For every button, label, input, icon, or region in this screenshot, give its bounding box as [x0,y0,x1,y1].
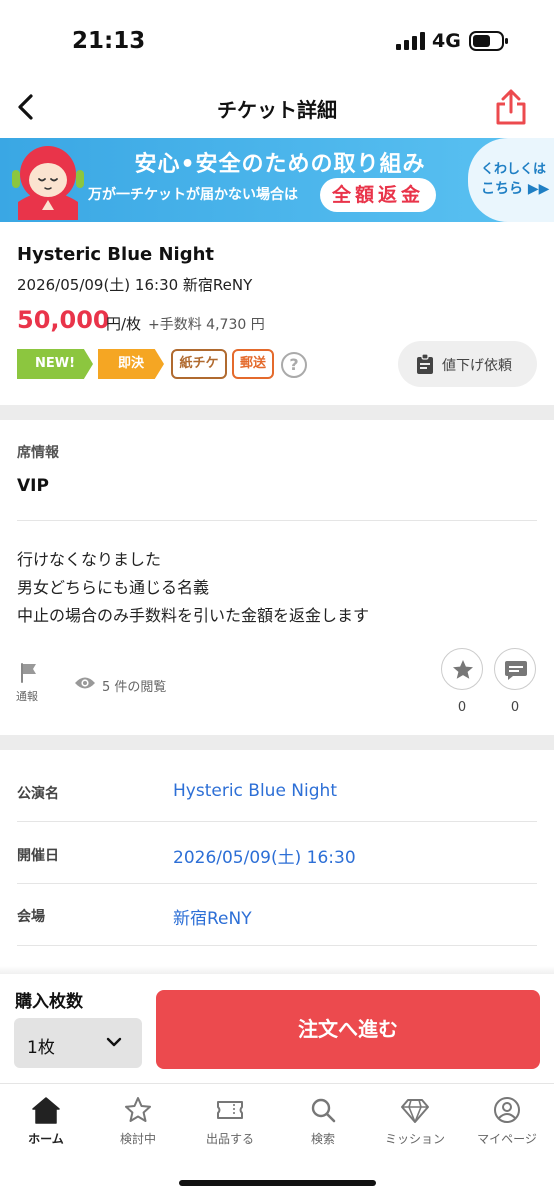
price-down-label: 値下げ依頼 [442,358,512,374]
signal-icon [396,32,425,50]
clipboard-icon [417,354,433,374]
service-fee: +手数料 4,730 円 [148,317,265,333]
star-icon [125,1097,151,1122]
tab-label: ミッション [384,1132,445,1146]
page-title: チケット詳細 [217,98,337,122]
search-icon [311,1098,336,1123]
detail-value-performance[interactable]: Hysteric Blue Night [173,781,337,801]
description-line: 男女どちらにも通じる名義 [17,578,210,597]
tab-home[interactable]: ホーム [0,1096,92,1147]
divider [17,883,537,884]
home-icon [32,1097,60,1124]
eye-icon [75,677,95,689]
price-unit: 円/枚 [106,315,142,333]
ticket-icon [217,1101,243,1119]
quantity-value: 1枚 [27,1038,55,1058]
battery-icon [469,31,508,51]
description-line: 行けなくなりました [17,550,162,569]
tag-new: NEW! [17,349,93,379]
tab-search[interactable]: 検索 [277,1096,369,1147]
safety-banner[interactable]: 安心•安全のための取り組み 万が一チケットが届かない場合は 全額返金 くわしくは… [0,138,554,222]
event-date-venue: 2026/05/09(土) 16:30 新宿ReNY [17,276,253,294]
banner-headline: 安心•安全のための取り組み [134,152,426,177]
comment-button[interactable] [494,648,536,690]
share-icon[interactable] [494,88,528,126]
favorite-button[interactable] [441,648,483,690]
diamond-icon [401,1099,429,1123]
banner-more-line1: くわしくは [481,162,547,177]
chevron-down-icon [106,1037,122,1047]
detail-value-venue[interactable]: 新宿ReNY [173,904,252,929]
home-indicator [179,1180,376,1186]
seat-heading: 席情報 [17,445,59,461]
ticket-price: 50,000 [17,306,110,334]
tab-sell[interactable]: 出品する [184,1096,276,1147]
seat-value: VIP [17,476,49,496]
section-divider [0,405,554,420]
banner-subline: 万が一チケットが届かない場合は [88,187,298,203]
detail-value-date[interactable]: 2026/05/09(土) 16:30 [173,843,356,868]
detail-label-performance: 公演名 [17,786,59,802]
tab-label: 検討中 [119,1132,156,1146]
tag-instant-buy: 即決 [98,349,164,379]
status-time: 21:13 [72,28,146,54]
mascot-icon [12,146,84,220]
nav-header: チケット詳細 [0,80,554,136]
status-bar: 21:13 4G [0,0,554,80]
detail-label-date: 開催日 [17,848,59,864]
tag-paper-ticket: 紙チケ [171,349,227,379]
help-icon[interactable]: ? [281,352,307,378]
quantity-label: 購入枚数 [15,992,83,1012]
tab-label: 検索 [310,1132,335,1146]
star-icon [453,660,473,679]
tab-label: ホーム [28,1132,64,1146]
tab-mypage[interactable]: マイページ [461,1096,553,1147]
event-title: Hysteric Blue Night [17,244,215,265]
divider [17,821,537,822]
banner-refund-badge: 全額返金 [320,178,437,212]
report-label[interactable]: 通報 [16,688,38,704]
tab-mission[interactable]: ミッション [369,1096,461,1147]
flag-icon[interactable] [16,662,46,684]
tag-postal: 郵送 [232,349,274,379]
price-down-request-button[interactable]: 値下げ依頼 [398,341,537,387]
tab-label: マイページ [477,1132,537,1146]
user-icon [494,1097,520,1123]
quantity-select[interactable]: 1枚 [14,1018,142,1068]
comment-count: 0 [510,700,520,715]
description-line: 中止の場合のみ手数料を引いた金額を返金します [17,606,370,625]
order-button[interactable]: 注文へ進む [156,990,540,1069]
network-type: 4G [432,30,461,52]
divider [17,945,537,946]
views-count: 5 件の閲覧 [102,680,167,695]
favorite-count: 0 [457,700,467,715]
comment-icon [505,661,527,680]
divider [17,520,537,521]
tab-label: 出品する [205,1132,254,1146]
footer-shadow [0,966,554,974]
tab-considering[interactable]: 検討中 [92,1096,184,1147]
detail-label-venue: 会場 [17,909,45,925]
banner-more-line2: こちら ▶▶ [481,181,550,197]
section-divider [0,735,554,750]
